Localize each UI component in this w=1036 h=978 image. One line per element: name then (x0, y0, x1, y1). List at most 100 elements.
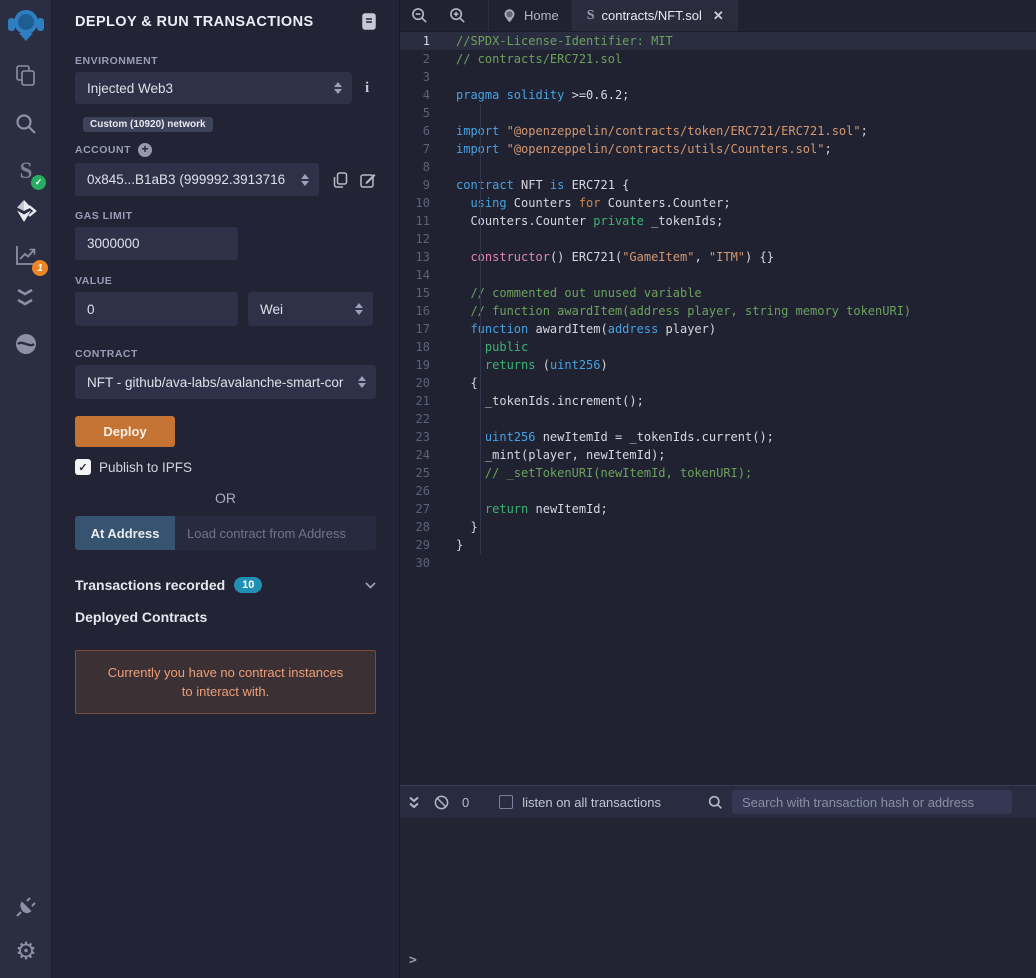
value-unit: Wei (260, 302, 283, 317)
line-number: 24 (400, 446, 456, 464)
code-line[interactable]: 3 (400, 68, 1036, 86)
code-line[interactable]: 2// contracts/ERC721.sol (400, 50, 1036, 68)
code-line[interactable]: 16 // function awardItem(address player,… (400, 302, 1036, 320)
terminal-search-input[interactable] (732, 790, 1012, 814)
line-number: 28 (400, 518, 456, 536)
deployed-contracts-label: Deployed Contracts (75, 609, 376, 625)
at-address-button[interactable]: At Address (75, 516, 175, 550)
unit-testing-icon[interactable] (0, 284, 52, 312)
contract-label: CONTRACT (75, 348, 376, 360)
environment-select[interactable]: Injected Web3 (75, 72, 352, 104)
code-line[interactable]: 1//SPDX-License-Identifier: MIT (400, 32, 1036, 50)
remix-logo-glyph (8, 9, 44, 43)
code-line[interactable]: 27 return newItemId; (400, 500, 1036, 518)
code-line[interactable]: 17 function awardItem(address player) (400, 320, 1036, 338)
analysis-icon[interactable]: 1 (0, 240, 52, 270)
gas-limit-input[interactable]: 3000000 (75, 227, 238, 260)
chevron-down-icon[interactable] (365, 582, 376, 589)
line-number: 11 (400, 212, 456, 230)
contract-select[interactable]: NFT - github/ava-labs/avalanche-smart-co… (75, 365, 376, 399)
transactions-count-badge: 10 (234, 577, 262, 593)
code-line[interactable]: 8 (400, 158, 1036, 176)
listen-transactions-checkbox[interactable] (499, 795, 513, 809)
account-value: 0x845...B1aB3 (999992.3913716 (87, 172, 307, 187)
line-number: 1 (400, 32, 456, 50)
deploy-button[interactable]: Deploy (75, 416, 175, 447)
documentation-icon[interactable] (362, 13, 376, 30)
code-line[interactable]: 12 (400, 230, 1036, 248)
value-amount: 0 (87, 302, 95, 317)
file-explorer-icon[interactable] (0, 62, 52, 90)
code-line[interactable]: 10 using Counters for Counters.Counter; (400, 194, 1036, 212)
line-number: 19 (400, 356, 456, 374)
zoom-in-icon[interactable] (438, 0, 476, 31)
solidity-compiler-icon[interactable]: S ✓ (0, 156, 52, 186)
tab-nft-sol[interactable]: S contracts/NFT.sol ✕ (573, 0, 738, 31)
select-arrows-icon (334, 82, 343, 94)
line-number: 30 (400, 554, 456, 572)
code-line[interactable]: 4pragma solidity >=0.6.2; (400, 86, 1036, 104)
code-line[interactable]: 19 returns (uint256) (400, 356, 1036, 374)
account-label: ACCOUNT (75, 144, 131, 156)
code-line[interactable]: 22 (400, 410, 1036, 428)
sourcify-plugin-icon[interactable] (0, 330, 52, 358)
publish-ipfs-label: Publish to IPFS (99, 460, 192, 475)
line-number: 8 (400, 158, 456, 176)
value-input[interactable]: 0 (75, 292, 238, 326)
close-tab-icon[interactable]: ✕ (713, 8, 724, 24)
code-line[interactable]: 14 (400, 266, 1036, 284)
code-line[interactable]: 28 } (400, 518, 1036, 536)
code-line[interactable]: 13 constructor() ERC721("GameItem", "ITM… (400, 248, 1036, 266)
code-lines: 1//SPDX-License-Identifier: MIT2// contr… (400, 32, 1036, 572)
line-number: 22 (400, 410, 456, 428)
code-line[interactable]: 29} (400, 536, 1036, 554)
tab-home[interactable]: Home (488, 0, 573, 31)
environment-info-icon[interactable]: i (365, 80, 369, 97)
account-select[interactable]: 0x845...B1aB3 (999992.3913716 (75, 163, 319, 196)
deploy-run-glyph (13, 198, 39, 224)
solidity-file-icon: S (587, 8, 595, 24)
create-account-icon[interactable]: + (138, 143, 152, 157)
plugin-manager-icon[interactable] (0, 893, 52, 921)
copy-account-icon[interactable] (333, 172, 348, 188)
network-badge: Custom (10920) network (83, 117, 213, 132)
code-line[interactable]: 23 uint256 newItemId = _tokenIds.current… (400, 428, 1036, 446)
plug-glyph (14, 895, 38, 919)
terminal-search-icon (708, 795, 723, 810)
or-divider: OR (75, 490, 376, 506)
code-line[interactable]: 9contract NFT is ERC721 { (400, 176, 1036, 194)
line-number: 25 (400, 464, 456, 482)
no-instances-message: Currently you have no contract instances… (75, 650, 376, 714)
code-line[interactable]: 5 (400, 104, 1036, 122)
code-line[interactable]: 15 // commented out unused variable (400, 284, 1036, 302)
value-unit-select[interactable]: Wei (248, 292, 373, 326)
zoom-out-icon[interactable] (400, 0, 438, 31)
code-line[interactable]: 21 _tokenIds.increment(); (400, 392, 1036, 410)
remix-logo-icon[interactable] (0, 6, 52, 46)
panel-header: DEPLOY & RUN TRANSACTIONS (75, 0, 376, 30)
code-line[interactable]: 26 (400, 482, 1036, 500)
settings-icon[interactable]: ⚙ (0, 938, 52, 966)
sign-message-icon[interactable] (360, 172, 376, 188)
clear-console-icon[interactable] (434, 795, 449, 810)
code-line[interactable]: 18 public (400, 338, 1036, 356)
code-line[interactable]: 11 Counters.Counter private _tokenIds; (400, 212, 1036, 230)
search-icon[interactable] (0, 110, 52, 138)
code-line[interactable]: 30 (400, 554, 1036, 572)
line-number: 26 (400, 482, 456, 500)
publish-ipfs-checkbox[interactable]: ✓ (75, 459, 91, 475)
terminal-expand-icon[interactable] (408, 796, 420, 809)
line-number: 10 (400, 194, 456, 212)
code-line[interactable]: 7import "@openzeppelin/contracts/utils/C… (400, 140, 1036, 158)
line-number: 17 (400, 320, 456, 338)
line-number: 16 (400, 302, 456, 320)
pending-tx-count: 0 (462, 795, 469, 810)
code-line[interactable]: 24 _mint(player, newItemId); (400, 446, 1036, 464)
code-line[interactable]: 25 // _setTokenURI(newItemId, tokenURI); (400, 464, 1036, 482)
code-line[interactable]: 6import "@openzeppelin/contracts/token/E… (400, 122, 1036, 140)
deploy-run-icon[interactable] (0, 196, 52, 226)
at-address-input[interactable] (175, 516, 376, 550)
gear-glyph: ⚙ (15, 940, 37, 964)
terminal-output[interactable]: > (400, 818, 1036, 978)
code-line[interactable]: 20 { (400, 374, 1036, 392)
